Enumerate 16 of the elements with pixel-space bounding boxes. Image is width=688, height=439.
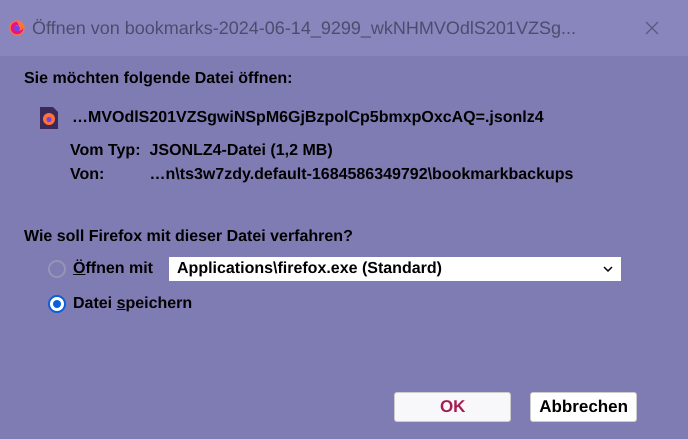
cancel-button[interactable]: Abbrechen [530, 392, 637, 422]
question-text: Wie soll Firefox mit dieser Datei verfahren? [24, 228, 354, 246]
source-label: Von: [70, 166, 106, 184]
file-type: JSONLZ4-Datei (1,2 MB) [150, 142, 334, 160]
ok-button[interactable]: OK [394, 392, 512, 422]
radio-button[interactable] [48, 295, 66, 313]
window-title: Öffnen von bookmarks-2024-06-14_9299_wkNHMVOdlS201VZSg... [32, 18, 576, 38]
chevron-down-icon [603, 265, 613, 273]
close-icon[interactable] [645, 21, 659, 35]
option-label[interactable]: Datei speichern [73, 295, 192, 313]
firefox-logo-icon [8, 19, 26, 37]
file-name: …MVOdlS201VZSgwiNSpM6GjBzpolCp5bmxpOxcAQ=.jsonlz4 [72, 109, 544, 127]
heading-text: Sie möchten folgende Datei öffnen: [24, 70, 294, 88]
type-label: Vom Typ: [70, 142, 141, 160]
source-path: …n\ts3w7zdy.default-1684586349792\bookmarkbackups [150, 166, 574, 184]
file-icon [38, 106, 60, 130]
